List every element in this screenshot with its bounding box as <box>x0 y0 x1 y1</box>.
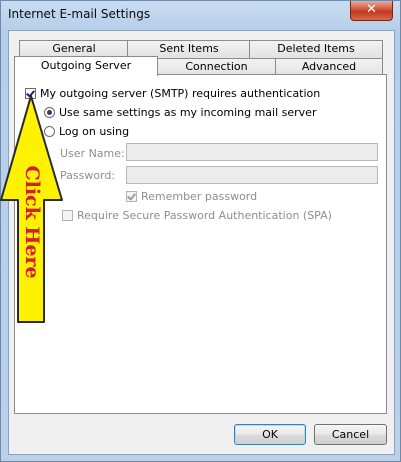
click-here-annotation: Click Here <box>21 165 43 278</box>
click-here-arrow-icon: Click Here <box>0 95 63 323</box>
